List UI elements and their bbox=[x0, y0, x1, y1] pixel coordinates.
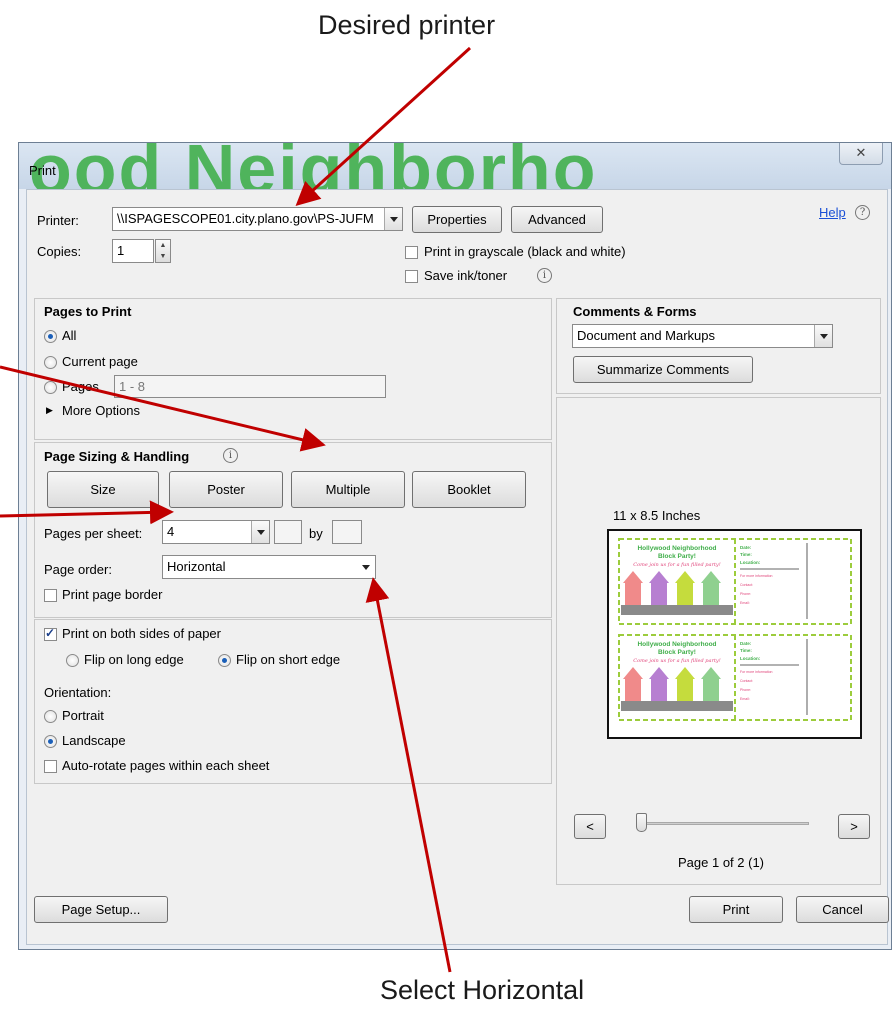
page-order-arrow bbox=[365, 577, 452, 973]
printer-arrow bbox=[295, 46, 472, 207]
pages-per-sheet-arrow bbox=[0, 500, 174, 525]
sizing-arrow bbox=[0, 365, 326, 452]
select-horizontal-annotation: Select Horizontal bbox=[380, 975, 585, 1005]
annotation-arrows bbox=[0, 46, 472, 973]
